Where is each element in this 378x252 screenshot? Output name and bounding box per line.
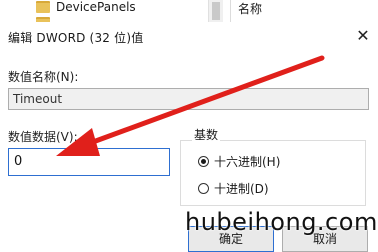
tree-item-devicepanels[interactable]: DevicePanels [56, 0, 136, 14]
value-name-field: Timeout [8, 88, 369, 110]
dialog-title: 编辑 DWORD (32 位)值 [8, 31, 144, 45]
base-groupbox [180, 140, 366, 206]
tree-scrollbar[interactable] [208, 0, 223, 22]
registry-tree: DevicePanels [0, 0, 222, 23]
radio-hex[interactable]: 十六进制(H) [198, 153, 280, 169]
scrollbar-thumb[interactable] [212, 2, 220, 20]
radio-decimal[interactable]: 十进制(D) [198, 180, 269, 196]
value-data-input[interactable]: 0 [8, 148, 170, 176]
registry-editor-background: DevicePanels 名称 [0, 0, 378, 23]
value-data-label: 数值数据(V): [8, 130, 78, 144]
close-icon[interactable]: ✕ [350, 24, 376, 48]
radio-decimal-label[interactable]: 十进制(D) [214, 180, 269, 197]
radio-button[interactable] [198, 182, 209, 194]
watermark-text: hubeihong.com [185, 208, 378, 236]
base-group-label: 基数 [192, 126, 221, 143]
name-column-header[interactable]: 名称 [238, 0, 262, 17]
radio-button-checked[interactable] [198, 155, 209, 167]
folder-icon [36, 1, 50, 13]
pane-divider[interactable] [230, 0, 231, 22]
radio-hex-label[interactable]: 十六进制(H) [214, 153, 280, 170]
value-name-label: 数值名称(N): [8, 70, 79, 84]
